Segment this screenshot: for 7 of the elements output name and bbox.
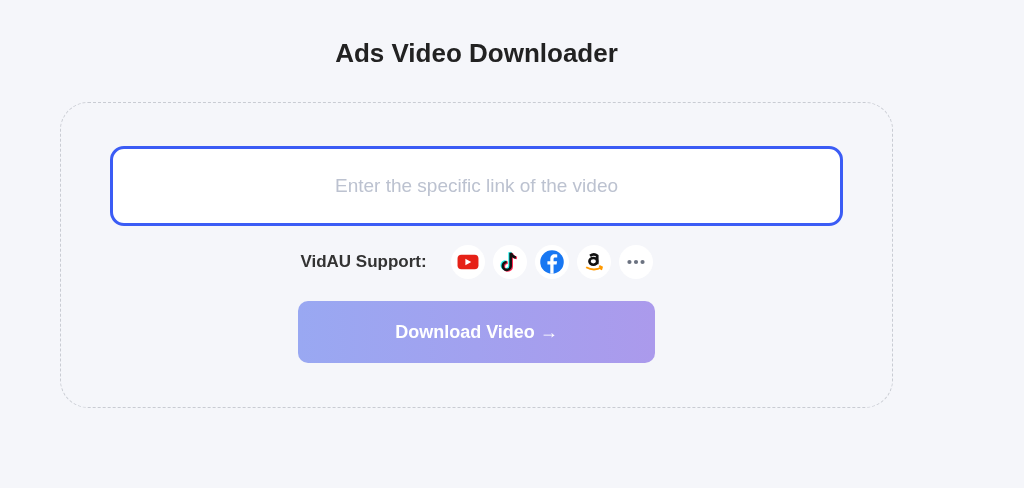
page-title: Ads Video Downloader [334, 37, 619, 70]
link-input-field[interactable]: Enter the specific link of the video [110, 146, 843, 226]
f-logo-icon[interactable] [534, 245, 569, 279]
play-icon[interactable] [450, 245, 485, 279]
support-label: VidAU Support: [300, 252, 427, 272]
music-note-icon[interactable] [492, 245, 527, 279]
more-icon[interactable] [618, 245, 653, 279]
